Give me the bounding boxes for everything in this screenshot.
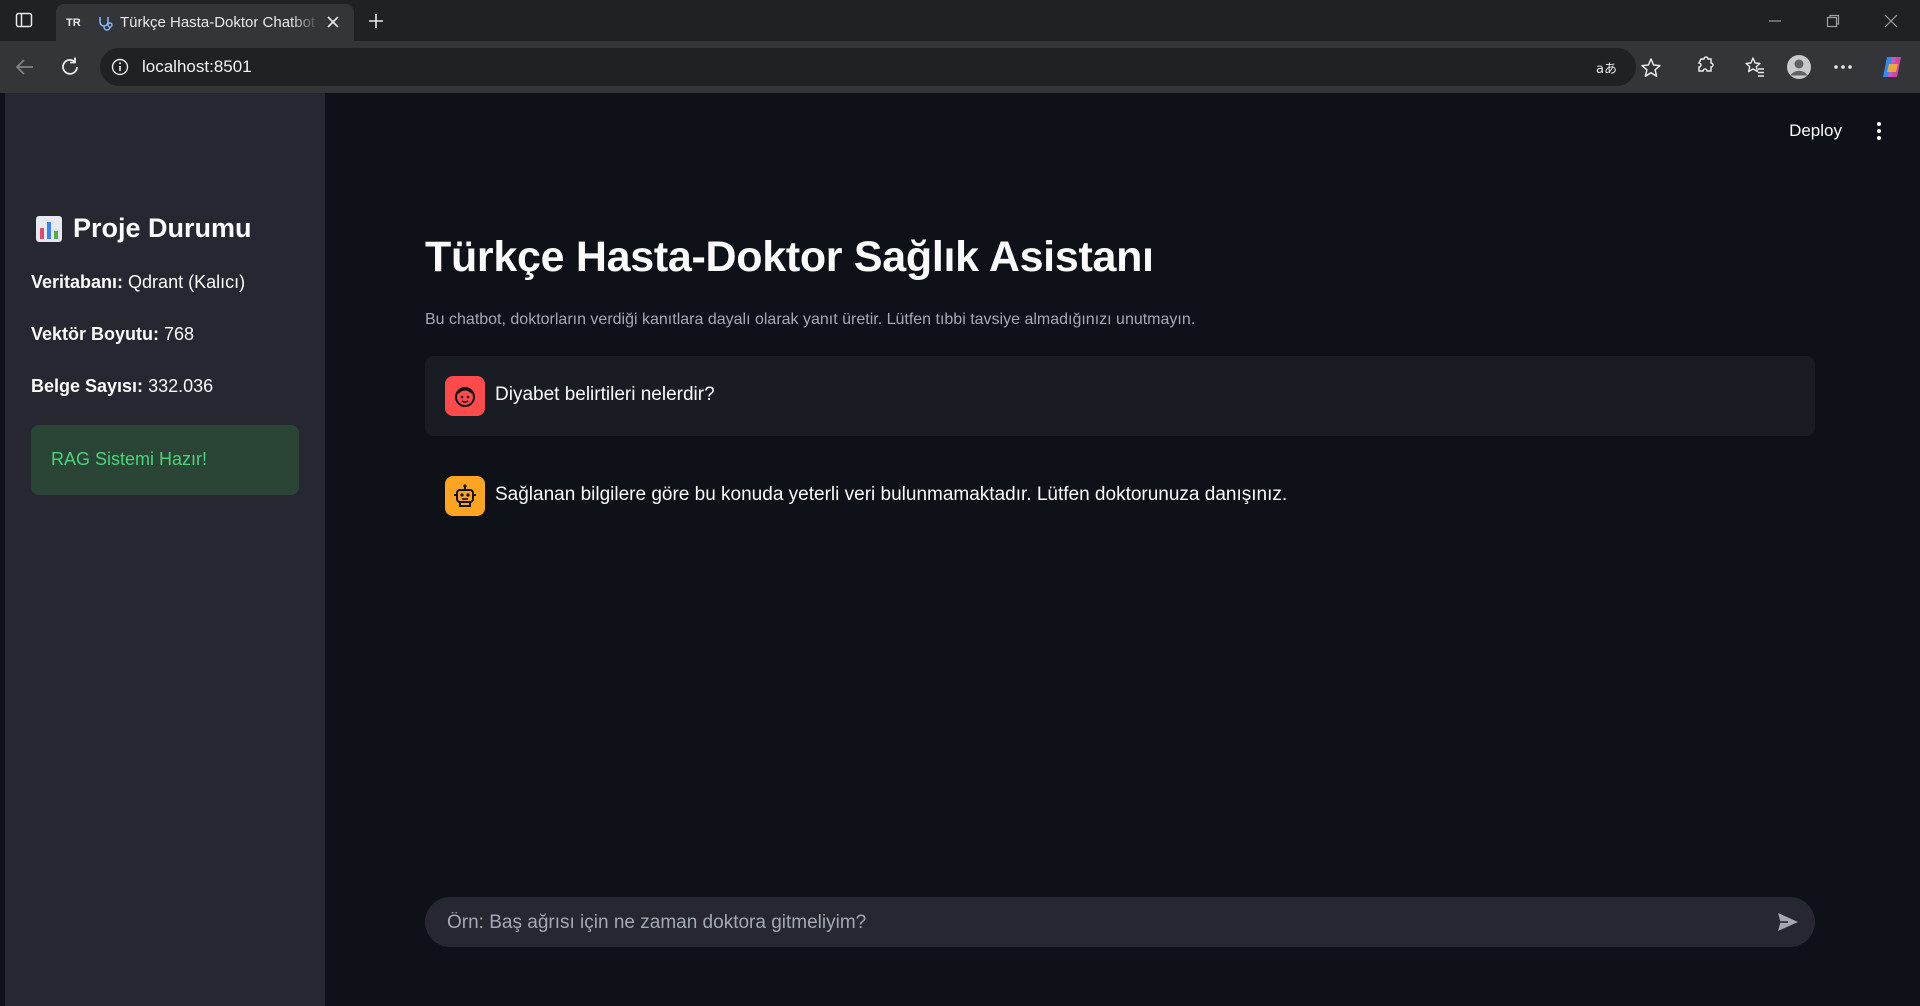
sidebar-title: Proje Durumu	[35, 213, 252, 244]
bar-chart-icon	[35, 215, 63, 243]
favorites-icon[interactable]	[1742, 54, 1768, 80]
stat-label: Veritabanı:	[31, 272, 124, 292]
sidebar-title-text: Proje Durumu	[73, 213, 252, 243]
status-success-alert: RAG Sistemi Hazır!	[31, 425, 299, 495]
browser-tab-bar: TR Türkçe Hasta-Doktor Chatbot	[0, 0, 1920, 41]
page-caption: Bu chatbot, doktorların verdiği kanıtlar…	[425, 311, 1196, 328]
chat-message-assistant: Sağlanan bilgilere göre bu konuda yeterl…	[425, 456, 1815, 536]
chat-message-text: Diyabet belirtileri nelerdir?	[495, 384, 715, 405]
chat-input[interactable]	[445, 897, 1749, 949]
app-sidebar: Proje Durumu Veritabanı: Qdrant (Kalıcı)…	[5, 93, 325, 1006]
close-icon[interactable]	[324, 13, 342, 31]
extensions-icon[interactable]	[1691, 54, 1717, 80]
main-content: Deploy Türkçe Hasta-Doktor Sağlık Asista…	[325, 93, 1920, 1006]
url-text[interactable]: localhost:8501	[142, 57, 252, 77]
stat-label: Vektör Boyutu:	[31, 324, 160, 344]
stat-vector-size: Vektör Boyutu: 768	[31, 324, 194, 345]
chatbot-favicon	[96, 14, 114, 32]
read-aloud-icon[interactable]: aあ	[1596, 57, 1618, 79]
svg-text:aあ: aあ	[1596, 62, 1617, 77]
robot-icon	[445, 476, 485, 516]
chat-input-container	[425, 897, 1815, 949]
chat-message-text: Sağlanan bilgilere göre bu konuda yeterl…	[495, 484, 1288, 505]
chat-message-user: Diyabet belirtileri nelerdir?	[425, 356, 1815, 436]
back-icon[interactable]	[12, 54, 38, 80]
minimize-icon[interactable]	[1762, 8, 1788, 34]
plus-icon[interactable]	[364, 9, 388, 33]
address-bar[interactable]: localhost:8501 aあ	[100, 48, 1661, 86]
page-title: Türkçe Hasta-Doktor Sağlık Asistanı	[425, 233, 1154, 281]
sidebar-toggle-icon[interactable]	[14, 10, 34, 30]
stat-document-count: Belge Sayısı: 332.036	[31, 376, 213, 397]
stat-database: Veritabanı: Qdrant (Kalıcı)	[31, 272, 245, 293]
tab-badge: TR	[66, 16, 81, 29]
status-text: RAG Sistemi Hazır!	[51, 449, 208, 469]
copilot-icon[interactable]	[1880, 54, 1906, 80]
browser-toolbar: localhost:8501 aあ	[0, 41, 1920, 93]
stat-value: Qdrant (Kalıcı)	[128, 272, 246, 292]
browser-tab[interactable]: TR Türkçe Hasta-Doktor Chatbot	[56, 4, 354, 41]
more-icon[interactable]	[1830, 54, 1856, 80]
reload-icon[interactable]	[57, 54, 83, 80]
tab-title: Türkçe Hasta-Doktor Chatbot	[120, 14, 316, 31]
stat-label: Belge Sayısı:	[31, 376, 144, 396]
send-icon[interactable]	[1775, 910, 1801, 934]
deploy-button[interactable]: Deploy	[1789, 121, 1842, 141]
close-window-icon[interactable]	[1878, 8, 1904, 34]
profile-icon[interactable]	[1786, 54, 1812, 80]
restore-icon[interactable]	[1820, 8, 1846, 34]
stat-value: 332.036	[148, 376, 214, 396]
user-face-icon	[445, 376, 485, 416]
kebab-menu-icon[interactable]	[1874, 119, 1884, 143]
info-icon[interactable]	[110, 57, 130, 77]
stat-value: 768	[164, 324, 195, 344]
favorite-star-icon[interactable]	[1640, 57, 1662, 79]
